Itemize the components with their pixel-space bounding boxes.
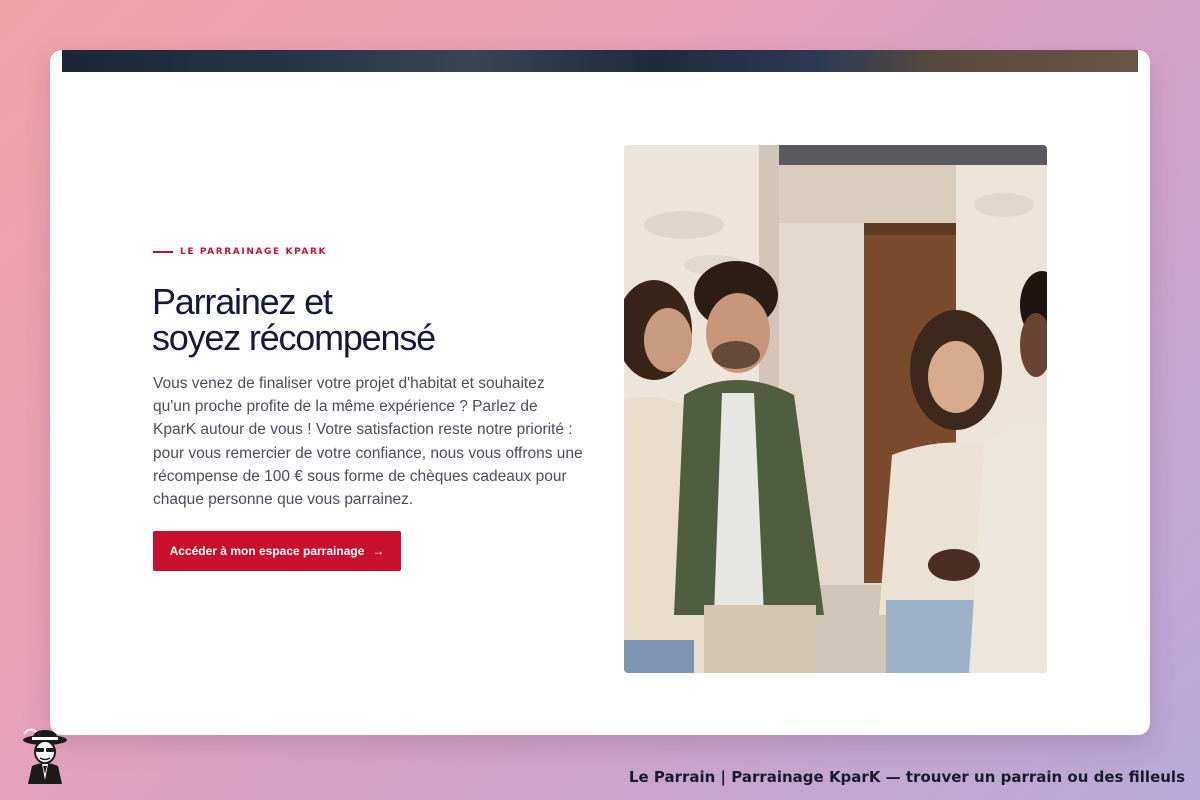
friends-photo <box>624 145 1047 673</box>
page-title: Le Parrain | Parrainage KparK — trouver … <box>628 768 1185 786</box>
eyebrow-text: LE PARRAINAGE KPARK <box>180 247 328 257</box>
cta-label: Accéder à mon espace parrainage <box>169 544 365 558</box>
godfather-mascot-icon <box>18 728 72 784</box>
section-title: Parrainez et soyez récompensé <box>152 284 572 356</box>
referral-space-button[interactable]: Accéder à mon espace parrainage → <box>153 531 401 571</box>
header-image-strip <box>62 50 1138 72</box>
section-eyebrow: LE PARRAINAGE KPARK <box>153 247 327 257</box>
arrow-right-icon: → <box>372 544 385 558</box>
referral-card: LE PARRAINAGE KPARK Parrainez et soyez r… <box>50 50 1150 735</box>
eyebrow-line <box>153 251 173 253</box>
title-line-2: soyez récompensé <box>152 317 436 358</box>
title-line-1: Parrainez et <box>152 281 333 322</box>
section-description: Vous venez de finaliser votre projet d'h… <box>153 375 583 509</box>
